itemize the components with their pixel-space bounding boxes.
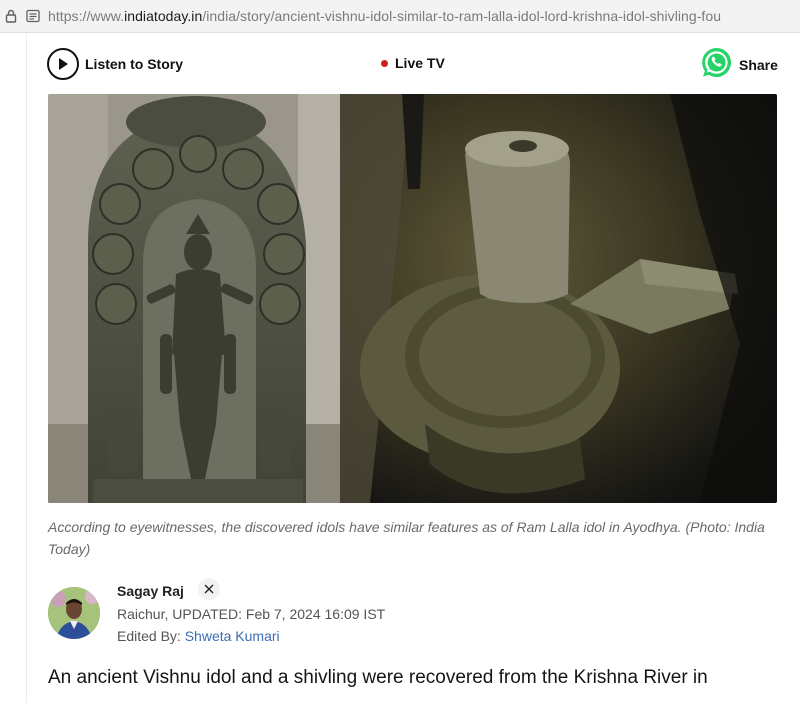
reader-view-icon[interactable] — [26, 9, 40, 23]
x-twitter-icon[interactable] — [198, 578, 220, 600]
url-prefix: https://www. — [48, 8, 125, 24]
author-name[interactable]: Sagay Raj — [117, 583, 184, 599]
listen-label: Listen to Story — [85, 56, 184, 72]
edited-by: Edited By: Shweta Kumari — [117, 628, 280, 644]
url-text[interactable]: https://www.indiatoday.in/india/story/an… — [48, 8, 721, 24]
address-bar[interactable]: https://www.indiatoday.in/india/story/an… — [0, 0, 800, 33]
editor-link[interactable]: Shweta Kumari — [185, 628, 280, 644]
whatsapp-icon — [700, 46, 733, 84]
updated-timestamp: UPDATED: Feb 7, 2024 16:09 IST — [172, 606, 386, 622]
vishnu-idol-photo — [48, 94, 340, 503]
listen-to-story-button[interactable]: Listen to Story — [47, 48, 183, 80]
author-avatar[interactable] — [48, 587, 100, 639]
edited-by-label: Edited By: — [117, 628, 181, 644]
url-host: indiatoday.in — [124, 8, 203, 24]
article-page: Listen to Story Live TV Share According … — [26, 34, 800, 703]
live-dot-icon — [381, 59, 388, 67]
author-block: Sagay Raj Raichur, UPDATED: Feb 7, 2024 … — [48, 578, 788, 649]
lock-icon[interactable] — [4, 9, 18, 23]
dateline: Raichur, UPDATED: Feb 7, 2024 16:09 IST — [117, 606, 385, 622]
url-path: /india/story/ancient-vishnu-idol-similar… — [202, 8, 722, 24]
share-label: Share — [739, 57, 778, 73]
share-button[interactable]: Share — [700, 46, 778, 84]
shivling-photo — [340, 94, 777, 503]
article-lead-paragraph: An ancient Vishnu idol and a shivling we… — [48, 667, 708, 688]
author-location: Raichur, — [117, 606, 169, 622]
live-tv-label: Live TV — [395, 55, 445, 71]
article-toolbar: Listen to Story Live TV Share — [27, 34, 800, 94]
image-caption: According to eyewitnesses, the discovere… — [48, 519, 765, 557]
play-icon — [47, 48, 79, 80]
live-tv-link[interactable]: Live TV — [381, 55, 445, 71]
hero-image — [48, 94, 777, 503]
